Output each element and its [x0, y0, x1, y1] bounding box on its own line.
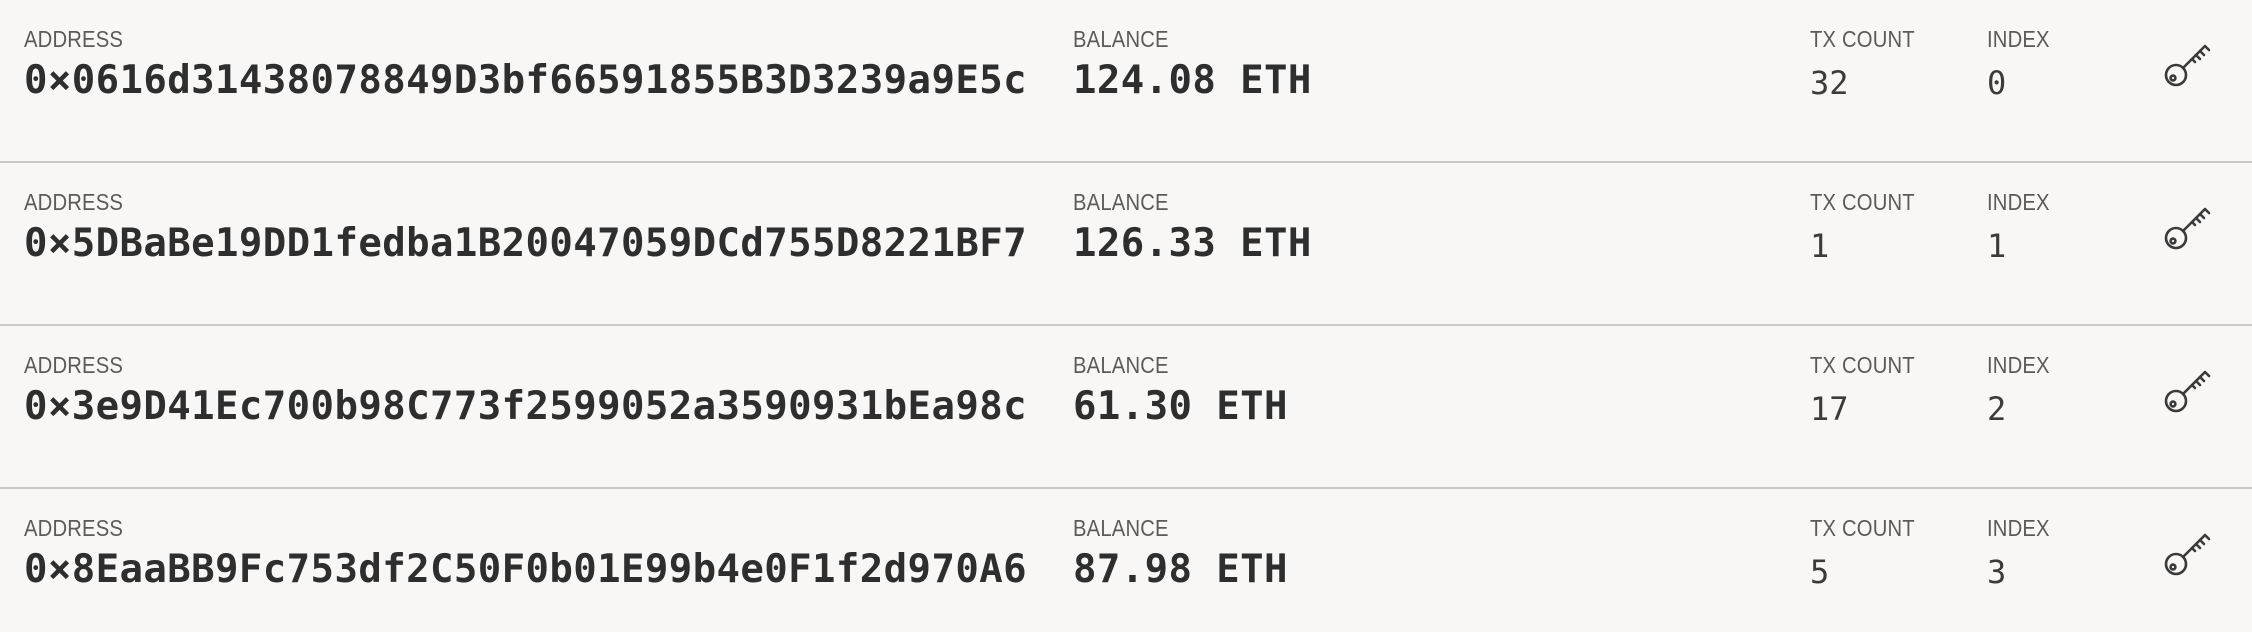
account-row[interactable]: ADDRESS 0×3e9D41Ec700b98C773f2599052a359… [0, 326, 2252, 489]
index-value: 3 [1987, 553, 2007, 591]
index-value: 2 [1987, 390, 2007, 428]
balance-label: BALANCE [1073, 515, 1169, 541]
show-keys-button[interactable] [2160, 525, 2216, 581]
balance-value: 61.30 ETH [1073, 384, 1288, 429]
balance-value: 87.98 ETH [1073, 547, 1288, 592]
balance-label: BALANCE [1073, 352, 1169, 378]
balance-label: BALANCE [1073, 189, 1169, 215]
index-label: INDEX [1987, 352, 2050, 378]
address-label: ADDRESS [24, 26, 124, 52]
index-value: 1 [1987, 227, 2007, 265]
balance-label: BALANCE [1073, 26, 1169, 52]
balance-value: 124.08 ETH [1073, 58, 1312, 103]
key-icon [2164, 533, 2211, 576]
address-label: ADDRESS [24, 515, 124, 541]
index-label: INDEX [1987, 515, 2050, 541]
account-row[interactable]: ADDRESS 0×5DBaBe19DD1fedba1B20047059DCd7… [0, 163, 2252, 326]
balance-value: 126.33 ETH [1073, 221, 1312, 266]
address-value: 0×8EaaBB9Fc753df2C50F0b01E99b4e0F1f2d970… [24, 547, 1027, 592]
account-list: ADDRESS 0×0616d31438078849D3bf66591855B3… [0, 0, 2252, 632]
index-label: INDEX [1987, 189, 2050, 215]
address-value: 0×5DBaBe19DD1fedba1B20047059DCd755D8221B… [24, 221, 1027, 266]
tx-count-label: TX COUNT [1810, 352, 1915, 378]
address-value: 0×0616d31438078849D3bf66591855B3D3239a9E… [24, 58, 1027, 103]
tx-count-label: TX COUNT [1810, 189, 1915, 215]
show-keys-button[interactable] [2160, 36, 2216, 92]
tx-count-value: 1 [1810, 227, 1830, 265]
show-keys-button[interactable] [2160, 199, 2216, 255]
index-label: INDEX [1987, 26, 2050, 52]
address-label: ADDRESS [24, 189, 124, 215]
tx-count-value: 17 [1810, 390, 1849, 428]
key-icon [2164, 370, 2211, 413]
show-keys-button[interactable] [2160, 362, 2216, 418]
address-value: 0×3e9D41Ec700b98C773f2599052a3590931bEa9… [24, 384, 1027, 429]
key-icon [2164, 44, 2211, 87]
tx-count-label: TX COUNT [1810, 515, 1915, 541]
index-value: 0 [1987, 64, 2007, 102]
tx-count-value: 5 [1810, 553, 1830, 591]
account-row[interactable]: ADDRESS 0×8EaaBB9Fc753df2C50F0b01E99b4e0… [0, 489, 2252, 630]
address-label: ADDRESS [24, 352, 124, 378]
account-row[interactable]: ADDRESS 0×0616d31438078849D3bf66591855B3… [0, 0, 2252, 163]
tx-count-value: 32 [1810, 64, 1849, 102]
tx-count-label: TX COUNT [1810, 26, 1915, 52]
key-icon [2164, 207, 2211, 250]
